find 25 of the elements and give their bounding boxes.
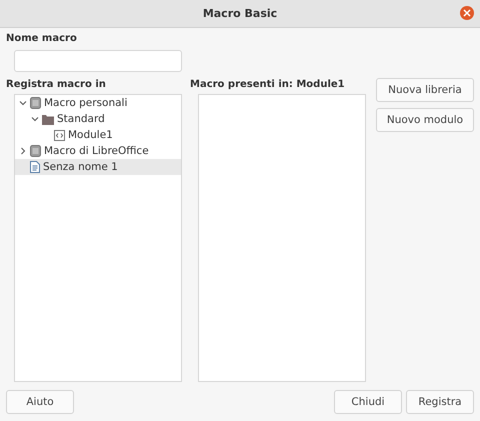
section-label: Registra macro in xyxy=(6,78,107,92)
tree-item[interactable]: Module1 xyxy=(15,127,181,143)
database-icon xyxy=(30,97,41,109)
help-button[interactable]: Aiuto xyxy=(6,390,74,414)
tree-item[interactable]: Senza nome 1 xyxy=(15,159,181,175)
footer-button[interactable]: Registra xyxy=(406,390,474,414)
footer-button[interactable]: Chiudi xyxy=(334,390,402,414)
side-button[interactable]: Nuovo modulo xyxy=(376,108,474,132)
tree-item[interactable]: Macro personali xyxy=(15,95,181,111)
macro-name-field[interactable] xyxy=(14,50,182,72)
chevron-down-icon[interactable] xyxy=(19,99,27,107)
window-title: Macro Basic xyxy=(202,7,278,20)
close-icon xyxy=(463,9,471,17)
field-label: Nome macro xyxy=(6,32,78,46)
tree-item[interactable]: Macro di LibreOffice xyxy=(15,143,181,159)
code-file-icon xyxy=(54,130,65,140)
close-button[interactable] xyxy=(460,6,474,20)
document-icon xyxy=(30,161,40,173)
chevron-down-icon[interactable] xyxy=(31,115,39,123)
side-button[interactable]: Nuova libreria xyxy=(376,78,474,102)
database-icon xyxy=(30,145,41,157)
folder-icon xyxy=(42,114,54,124)
chevron-right-icon[interactable] xyxy=(19,147,27,155)
tree-item[interactable]: Standard xyxy=(15,111,181,127)
section-label: Macro presenti in: Module1 xyxy=(190,78,346,92)
